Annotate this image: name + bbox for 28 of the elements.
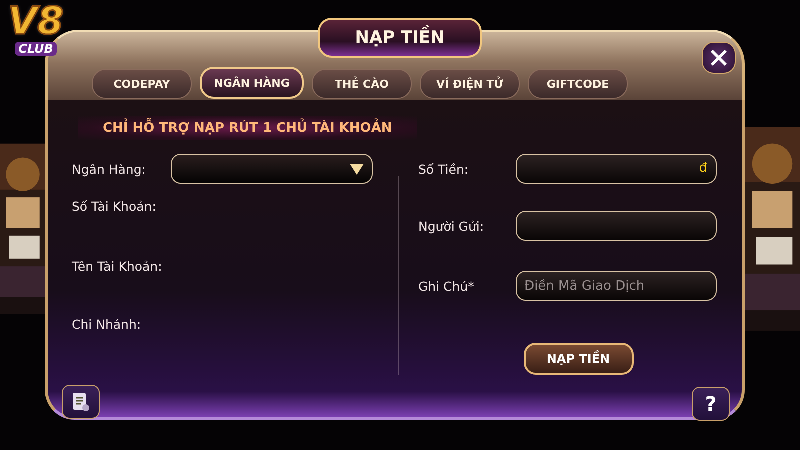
input-field[interactable]: Điền Mã Giao Dịch [516, 271, 716, 301]
close-button[interactable] [702, 42, 736, 74]
field-label: Ghi Chú* [418, 278, 476, 294]
tab[interactable]: CODEPAY [92, 69, 192, 99]
bank-dropdown[interactable] [171, 154, 373, 184]
field-label: Chi Nhánh: [72, 316, 142, 332]
window-title: NẠP TIỀN [318, 18, 482, 58]
field-label: Số Tài Khoản: [72, 198, 158, 214]
currency-symbol: đ [699, 161, 708, 177]
field-label: Người Gửi: [418, 218, 486, 234]
close-icon [710, 49, 728, 67]
input-field[interactable] [516, 211, 716, 241]
input-field[interactable] [516, 154, 716, 184]
deposit-button[interactable]: NẠP TIỀN [524, 343, 634, 375]
field-label: Số Tiền: [418, 162, 470, 176]
logo-subtext: CLUB [14, 42, 58, 56]
field-label: Tên Tài Khoản: [72, 258, 164, 274]
caret-icon [350, 164, 364, 174]
tab[interactable]: NGÂN HÀNG [200, 67, 304, 99]
help-button[interactable]: ? [692, 387, 730, 421]
logo-text: V8 [8, 2, 64, 40]
tab[interactable]: VÍ ĐIỆN TỬ [420, 69, 520, 99]
notice-text: CHỈ HỖ TRỢ NẠP RÚT 1 CHỦ TÀI KHOẢN [78, 116, 418, 140]
field-label: Ngân Hàng: [72, 162, 142, 176]
document-icon [72, 392, 90, 412]
tab[interactable]: THẺ CÀO [312, 69, 412, 99]
tab[interactable]: GIFTCODE [528, 69, 628, 99]
history-button[interactable] [62, 385, 100, 419]
